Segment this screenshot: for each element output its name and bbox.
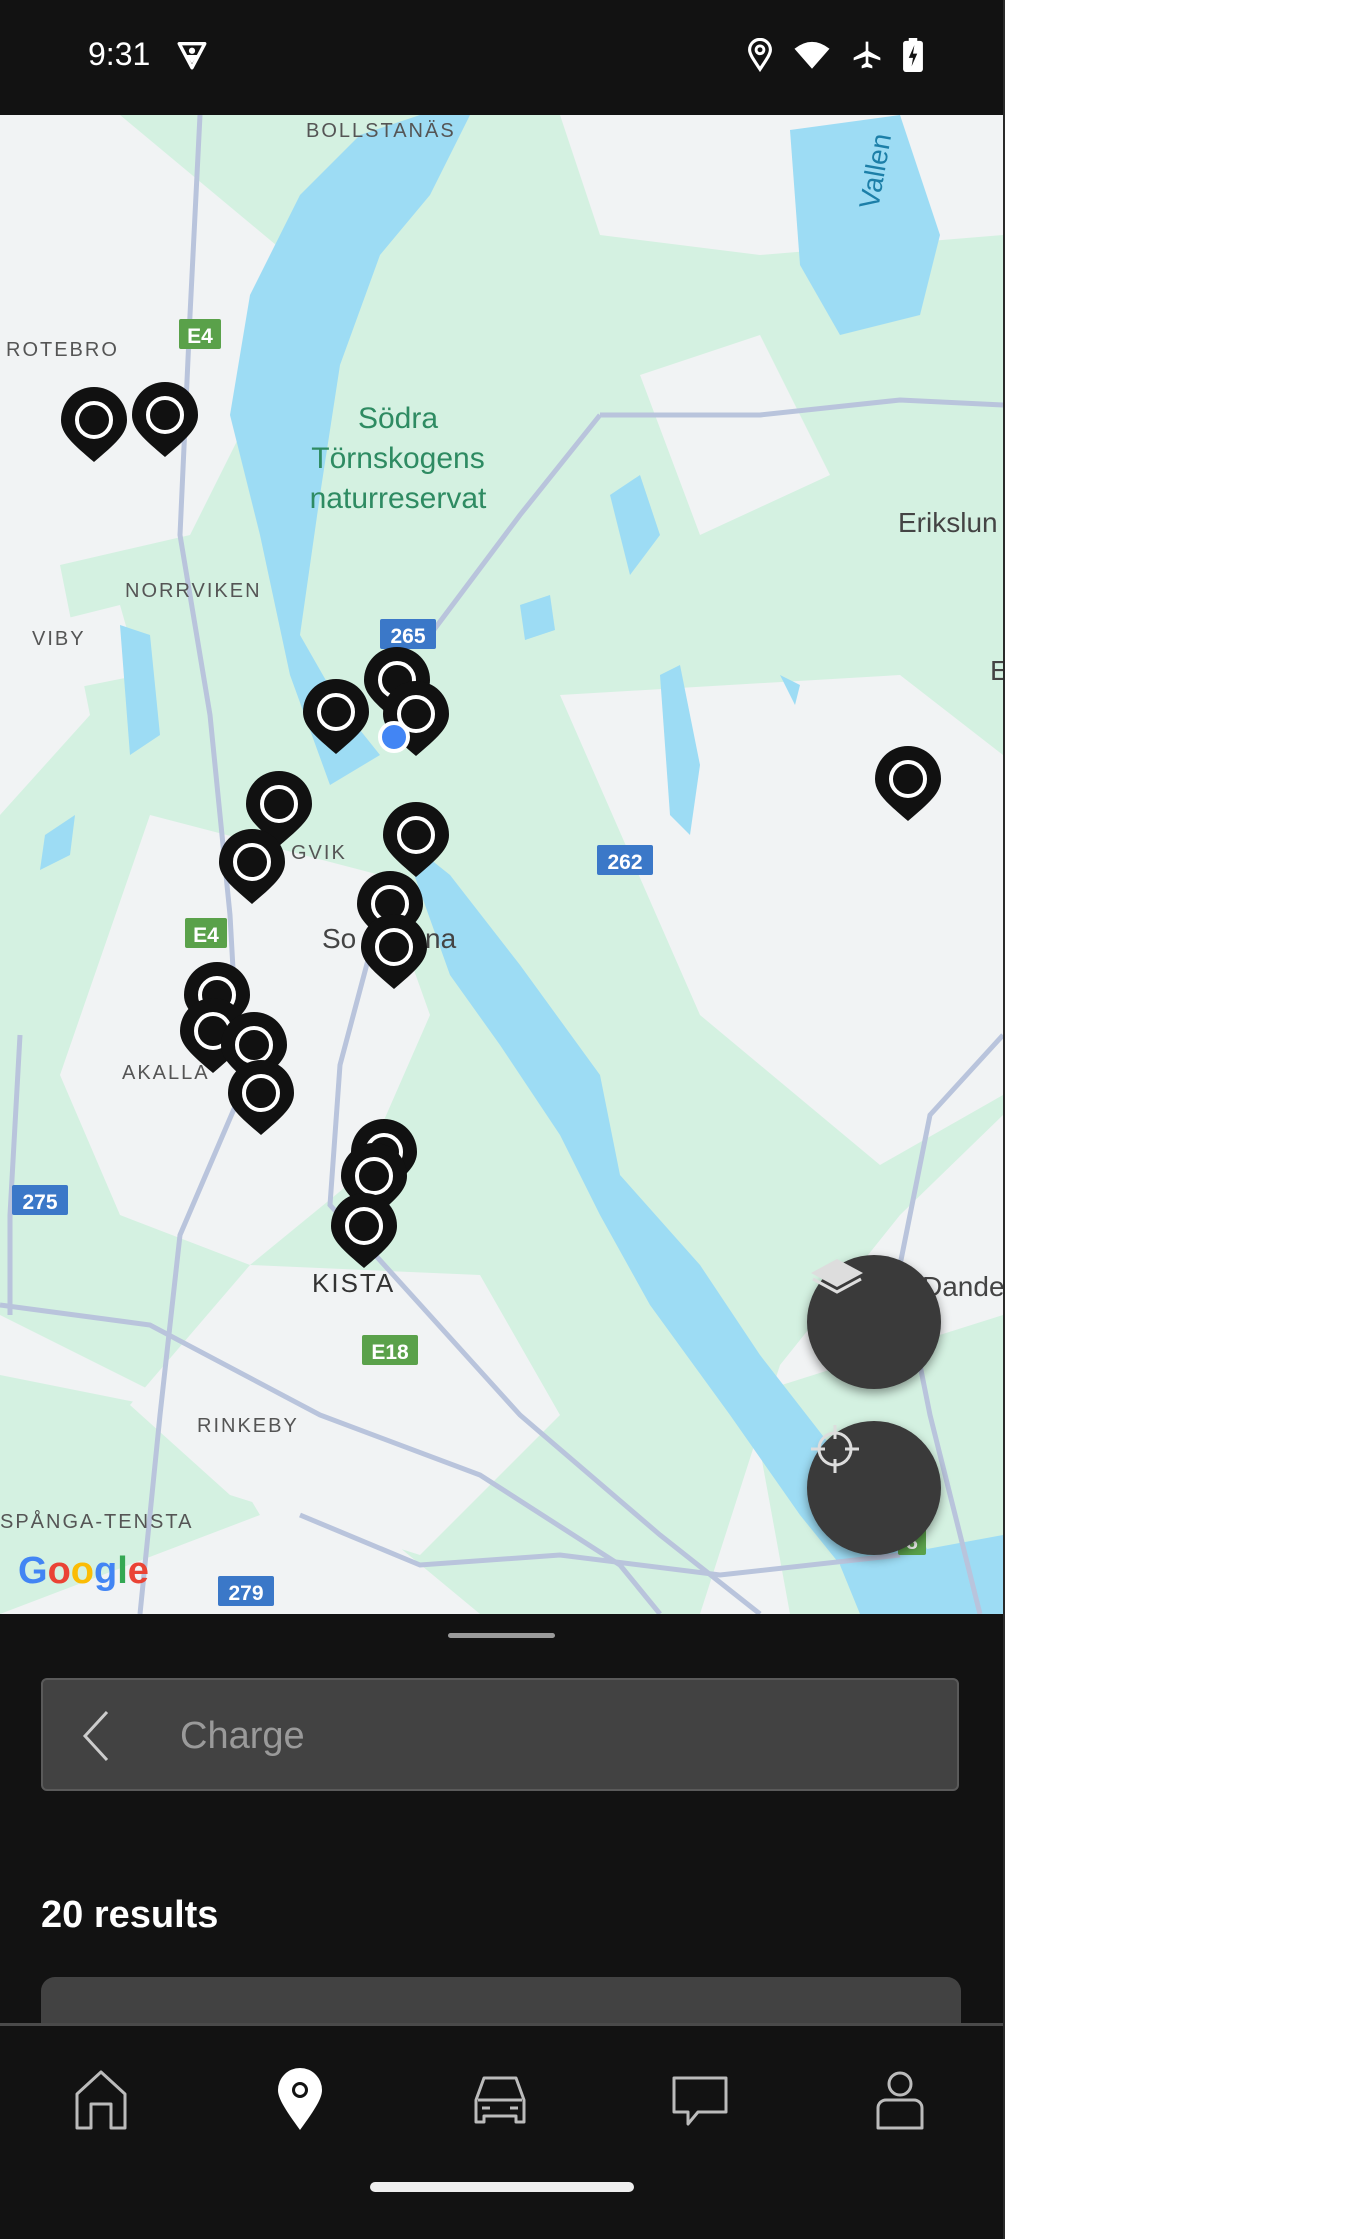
search-bar [41, 1678, 959, 1791]
svg-text:E4: E4 [187, 325, 213, 348]
back-chevron-icon[interactable] [77, 1708, 117, 1769]
svg-text:KISTA: KISTA [312, 1268, 395, 1298]
profile-icon [875, 2070, 925, 2135]
svg-text:Erikslun: Erikslun [898, 507, 998, 538]
car-icon [470, 2072, 530, 2133]
svg-text:279: 279 [228, 1582, 263, 1605]
vpn-shield-icon [175, 38, 209, 77]
status-time: 9:31 [88, 36, 151, 72]
status-bar: 9:31 [0, 0, 1003, 115]
chat-bubble-icon [670, 2072, 730, 2133]
svg-text:VIBY: VIBY [32, 628, 86, 650]
svg-text:GVIK: GVIK [291, 842, 347, 864]
road-shield: E4 [185, 918, 227, 948]
map-view[interactable]: BOLLSTANÄS ROTEBRO NORRVIKEN VIBY GVIK A… [0, 115, 1003, 1614]
bottom-sheet: 20 results [0, 1614, 1003, 2037]
svg-text:BOLLSTANÄS: BOLLSTANÄS [306, 120, 456, 142]
svg-text:262: 262 [607, 851, 642, 874]
my-location-button[interactable] [807, 1421, 941, 1555]
svg-text:So: So [322, 923, 356, 954]
road-shield: E18 [362, 1335, 418, 1365]
home-icon [73, 2070, 129, 2135]
svg-text:275: 275 [22, 1191, 57, 1214]
svg-text:Södra: Södra [358, 402, 438, 435]
search-input[interactable] [178, 1700, 922, 1772]
road-shield: 275 [12, 1185, 68, 1215]
road-shield: E4 [179, 319, 221, 349]
battery-charging-icon [903, 38, 923, 77]
home-indicator[interactable] [370, 2182, 634, 2192]
location-icon [747, 37, 773, 77]
nav-messages[interactable] [660, 2062, 740, 2142]
svg-text:SPÅNGA-TENSTA: SPÅNGA-TENSTA [0, 1510, 193, 1533]
sheet-drag-handle[interactable] [448, 1633, 555, 1638]
svg-text:na: na [425, 923, 457, 954]
svg-text:E4: E4 [193, 924, 219, 947]
bottom-navigation [0, 2023, 1003, 2239]
map-canvas[interactable]: BOLLSTANÄS ROTEBRO NORRVIKEN VIBY GVIK A… [0, 115, 1003, 1614]
user-location-dot [378, 721, 410, 753]
road-shield: 262 [597, 845, 653, 875]
svg-text:265: 265 [390, 625, 425, 648]
nav-car[interactable] [460, 2062, 540, 2142]
svg-text:E: E [990, 655, 1003, 686]
svg-text:ROTEBRO: ROTEBRO [6, 339, 119, 361]
svg-text:Törnskogens: Törnskogens [311, 442, 484, 475]
svg-text:AKALLA: AKALLA [122, 1062, 210, 1084]
airplane-icon [851, 38, 883, 77]
road-shield: 279 [218, 1576, 274, 1606]
nav-profile[interactable] [860, 2062, 940, 2142]
map-layers-button[interactable] [807, 1255, 941, 1389]
svg-text:NORRVIKEN: NORRVIKEN [125, 580, 262, 602]
svg-text:RINKEBY: RINKEBY [197, 1415, 299, 1437]
map-pin-icon [276, 2067, 324, 2137]
road-shield: 265 [380, 619, 436, 649]
nav-map[interactable] [260, 2062, 340, 2142]
phone-screen: 9:31 BOLLSTANÄS ROTEBRO NORRVIKEN VIBY G… [0, 0, 1005, 2239]
svg-text:E18: E18 [371, 1341, 409, 1364]
google-logo: Google [18, 1550, 149, 1592]
svg-text:naturreservat: naturreservat [310, 482, 487, 515]
nav-home[interactable] [61, 2062, 141, 2142]
results-count: 20 results [41, 1894, 219, 1936]
wifi-icon [793, 40, 831, 75]
